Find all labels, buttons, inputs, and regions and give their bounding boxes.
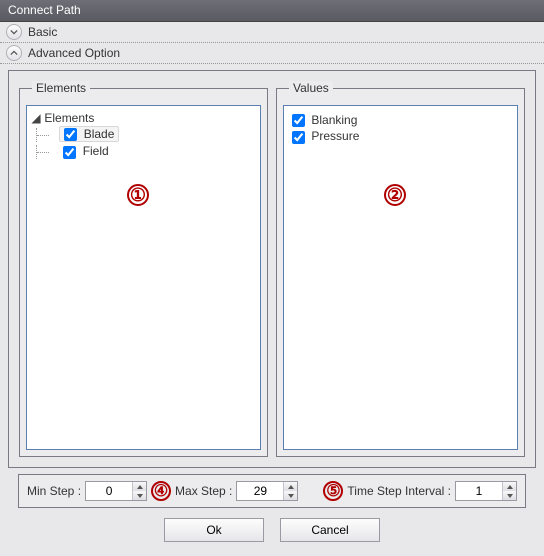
values-legend: Values [289, 81, 333, 95]
value-item-pressure[interactable]: Pressure [292, 128, 509, 144]
annotation-1: ① [127, 184, 149, 206]
checkbox-blade[interactable] [64, 128, 77, 141]
max-step-input[interactable] [237, 482, 283, 500]
value-item-blanking[interactable]: Blanking [292, 112, 509, 128]
max-step-label: Max Step : [175, 484, 232, 498]
min-step-label: Min Step : [27, 484, 81, 498]
ok-button[interactable]: Ok [164, 518, 264, 542]
checkbox-field[interactable] [63, 146, 76, 159]
interval-input[interactable] [456, 482, 502, 500]
chevron-up-icon[interactable] [6, 45, 22, 61]
min-step-up[interactable] [133, 482, 146, 491]
tree-item-blade[interactable]: Blade [31, 125, 256, 143]
elements-legend: Elements [32, 81, 90, 95]
section-advanced[interactable]: Advanced Option [0, 43, 544, 64]
dialog-body: Basic Advanced Option Elements ◢ Element… [0, 22, 544, 556]
max-step-down[interactable] [284, 491, 297, 500]
min-step-input[interactable] [86, 482, 132, 500]
window-titlebar: Connect Path [0, 0, 544, 22]
annotation-5: ⑤ [323, 481, 343, 501]
elements-groupbox: Elements ◢ Elements Blade [19, 81, 268, 457]
tree-item-field[interactable]: Field [31, 143, 256, 160]
chevron-down-icon[interactable] [6, 24, 22, 40]
section-basic-label: Basic [28, 25, 57, 39]
interval-down[interactable] [503, 491, 516, 500]
section-advanced-label: Advanced Option [28, 46, 120, 60]
annotation-4: ④ [151, 481, 171, 501]
checkbox-pressure[interactable] [292, 131, 305, 144]
tree-root-label[interactable]: Elements [44, 111, 94, 125]
value-label-pressure: Pressure [311, 129, 359, 143]
annotation-2: ② [384, 184, 406, 206]
steps-row: Min Step : ④ Max Step : ⑤ Time Step Inte… [18, 474, 526, 508]
min-step-spinner[interactable] [85, 481, 147, 501]
tree-label-field: Field [83, 144, 109, 158]
elements-tree-panel[interactable]: ◢ Elements Blade [26, 105, 261, 450]
tree-caret-icon[interactable]: ◢ [31, 111, 41, 125]
max-step-up[interactable] [284, 482, 297, 491]
interval-label: Time Step Interval : [347, 484, 451, 498]
min-step-down[interactable] [133, 491, 146, 500]
values-groupbox: Values Blanking Pressure ② [276, 81, 525, 457]
cancel-button[interactable]: Cancel [280, 518, 380, 542]
value-label-blanking: Blanking [311, 113, 357, 127]
options-frame: Elements ◢ Elements Blade [8, 70, 536, 468]
section-basic[interactable]: Basic [0, 22, 544, 43]
window-title: Connect Path [8, 3, 81, 17]
interval-up[interactable] [503, 482, 516, 491]
tree-label-blade: Blade [84, 127, 115, 141]
values-panel[interactable]: Blanking Pressure ② [283, 105, 518, 450]
checkbox-blanking[interactable] [292, 114, 305, 127]
max-step-spinner[interactable] [236, 481, 298, 501]
interval-spinner[interactable] [455, 481, 517, 501]
dialog-buttons: Ok Cancel [0, 508, 544, 552]
